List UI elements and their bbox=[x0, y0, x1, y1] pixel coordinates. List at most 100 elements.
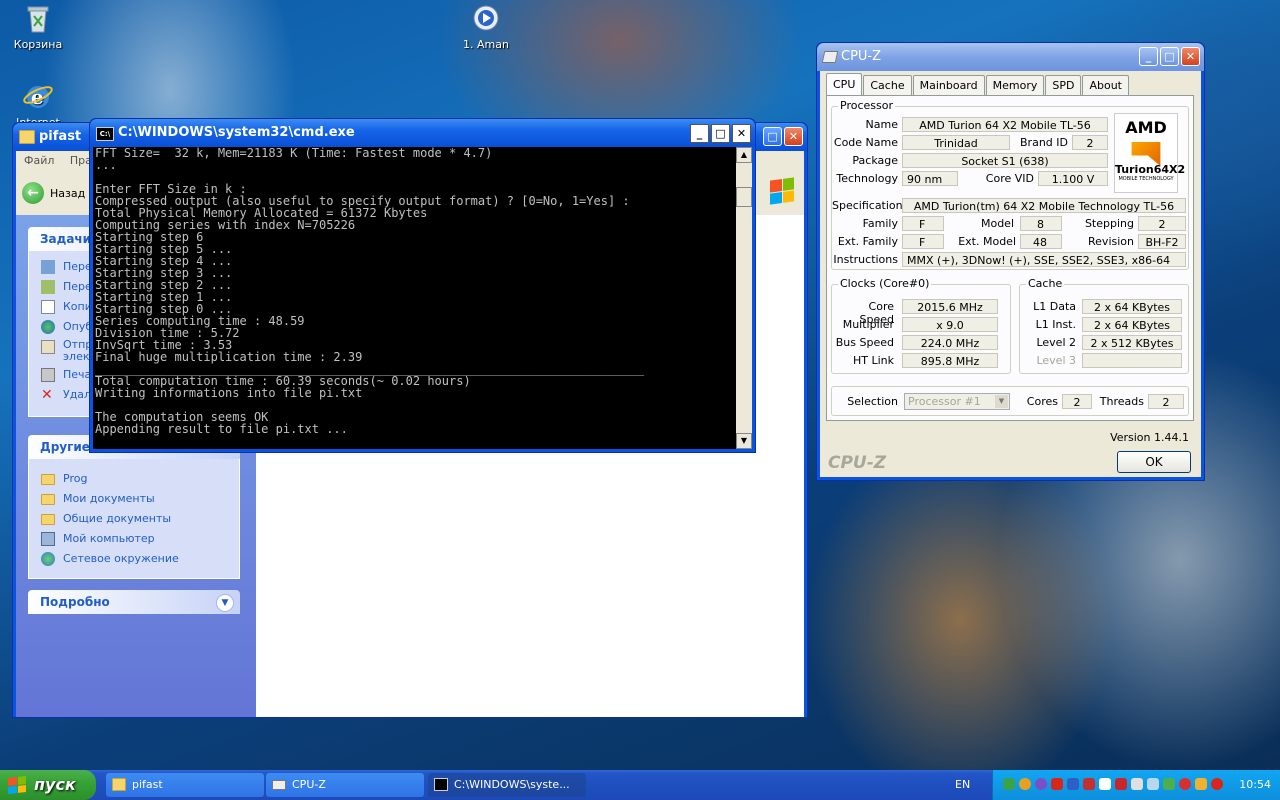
copy-icon bbox=[41, 280, 55, 294]
desktop-icon-media[interactable]: 1. Aman bbox=[448, 2, 524, 51]
folder-icon bbox=[19, 130, 35, 144]
taskbar-button-label: CPU-Z bbox=[292, 778, 326, 791]
console-line: Writing informations into file pi.txt bbox=[95, 386, 363, 400]
media-player-icon bbox=[470, 2, 502, 34]
tab-about[interactable]: About bbox=[1082, 75, 1129, 95]
minimize-button[interactable]: _ bbox=[1139, 47, 1158, 66]
tab-memory[interactable]: Memory bbox=[985, 75, 1045, 95]
l1inst-value: 2 x 64 KBytes bbox=[1082, 317, 1182, 332]
console-line: Appending result to file pi.txt ... bbox=[95, 422, 348, 436]
threads-value: 2 bbox=[1148, 394, 1184, 409]
tray-app-icon[interactable] bbox=[1035, 778, 1047, 790]
multiplier-label: Multiplier bbox=[842, 318, 894, 331]
console-output[interactable]: FFT Size= 32 k, Mem=21183 K (Time: Faste… bbox=[93, 147, 736, 449]
tray-app-icon[interactable] bbox=[1195, 778, 1207, 790]
tray-app-icon[interactable] bbox=[1019, 778, 1031, 790]
tray-app-icon[interactable] bbox=[1099, 778, 1111, 790]
desktop-icon-recycle-bin[interactable]: Корзина bbox=[0, 2, 76, 51]
task-label: Удал bbox=[63, 388, 92, 401]
brandid-label: Brand ID bbox=[1020, 136, 1068, 149]
console-scrollbar[interactable]: ▲ ▼ bbox=[736, 147, 752, 449]
other-places-panel: Другие м Prog Мои документы Общие докуме… bbox=[28, 435, 240, 579]
close-button[interactable]: ✕ bbox=[1181, 47, 1200, 66]
tray-app-icon[interactable] bbox=[1115, 778, 1127, 790]
minimize-button[interactable]: _ bbox=[690, 124, 709, 143]
task-label: Копи bbox=[63, 300, 92, 313]
menu-file[interactable]: Файл bbox=[24, 154, 54, 167]
tray-app-icon[interactable] bbox=[1131, 778, 1143, 790]
place-item[interactable]: Мой компьютер bbox=[29, 529, 239, 549]
tray-app-icon[interactable] bbox=[1211, 778, 1223, 790]
cores-value: 2 bbox=[1062, 394, 1092, 409]
volume-icon[interactable] bbox=[1147, 778, 1159, 790]
scroll-thumb[interactable] bbox=[736, 187, 752, 207]
task-label: Пере bbox=[63, 280, 92, 293]
processor-group-label: Processor bbox=[838, 99, 895, 112]
cpuz-icon bbox=[272, 780, 286, 790]
task-label: Пере bbox=[63, 260, 92, 273]
taskbar-button-cmd[interactable]: C:\WINDOWS\syste... bbox=[428, 773, 586, 797]
clock[interactable]: 10:54 bbox=[1239, 770, 1271, 800]
place-item[interactable]: Сетевое окружение bbox=[29, 549, 239, 569]
l1data-label: L1 Data bbox=[1033, 300, 1076, 313]
globe-icon bbox=[41, 320, 55, 334]
tray-app-icon[interactable] bbox=[1003, 778, 1015, 790]
tray-app-icon[interactable] bbox=[1163, 778, 1175, 790]
processor-select[interactable]: Processor #1 ▼ bbox=[904, 393, 1010, 410]
corespeed-value: 2015.6 MHz bbox=[902, 299, 998, 314]
stepping-label: Stepping bbox=[1084, 217, 1134, 230]
cache-group-label: Cache bbox=[1026, 277, 1065, 290]
cpuz-footer: CPU-Z OK bbox=[820, 447, 1201, 481]
tasks-header-label: Задачи bbox=[40, 232, 92, 246]
maximize-button[interactable]: □ bbox=[711, 124, 730, 143]
scroll-up-arrow-icon[interactable]: ▲ bbox=[736, 147, 752, 163]
tray-app-icon[interactable] bbox=[1083, 778, 1095, 790]
taskbar-button-cpuz[interactable]: CPU-Z bbox=[266, 773, 424, 797]
console-icon bbox=[434, 778, 448, 791]
tab-cache[interactable]: Cache bbox=[863, 75, 912, 95]
clocks-group-label: Clocks (Core#0) bbox=[838, 277, 932, 290]
tray-app-icon[interactable] bbox=[1051, 778, 1063, 790]
start-button[interactable]: пуск bbox=[0, 770, 96, 800]
chevron-down-icon[interactable]: ▼ bbox=[216, 594, 234, 612]
revision-value: BH-F2 bbox=[1138, 234, 1186, 249]
technology-value: 90 nm bbox=[902, 171, 958, 186]
tab-mainboard[interactable]: Mainboard bbox=[912, 75, 985, 95]
taskbar-button-pifast[interactable]: pifast bbox=[106, 773, 264, 797]
place-item[interactable]: Мои документы bbox=[29, 489, 239, 509]
folder-icon bbox=[41, 494, 55, 505]
cmd-title: C:\WINDOWS\system32\cmd.exe bbox=[118, 125, 355, 140]
close-button[interactable]: ✕ bbox=[732, 124, 751, 143]
windows-flag-icon bbox=[8, 776, 26, 794]
back-label: Назад bbox=[50, 186, 86, 200]
scroll-down-arrow-icon[interactable]: ▼ bbox=[736, 433, 752, 449]
brandid-value: 2 bbox=[1072, 135, 1108, 150]
language-indicator[interactable]: EN bbox=[955, 770, 970, 800]
maximize-button[interactable]: □ bbox=[763, 127, 782, 146]
codename-label: Code Name bbox=[833, 136, 898, 149]
maximize-button[interactable]: □ bbox=[1160, 47, 1179, 66]
cpuz-window[interactable]: CPU-Z _ □ ✕ CPU Cache Mainboard Memory S… bbox=[816, 42, 1205, 481]
tray-app-icon[interactable] bbox=[1067, 778, 1079, 790]
details-label: Подробно bbox=[40, 595, 110, 609]
windows-logo-icon bbox=[770, 177, 794, 205]
place-item[interactable]: Prog bbox=[29, 469, 239, 489]
ok-button[interactable]: OK bbox=[1117, 451, 1191, 473]
internet-explorer-icon: e bbox=[22, 80, 54, 112]
place-label: Мой компьютер bbox=[63, 532, 155, 545]
cmd-window[interactable]: C:\ C:\WINDOWS\system32\cmd.exe _ □ ✕ FF… bbox=[89, 118, 756, 453]
tray-app-icon[interactable] bbox=[1179, 778, 1191, 790]
printer-icon bbox=[41, 368, 55, 382]
chevron-down-icon: ▼ bbox=[995, 395, 1008, 408]
details-header[interactable]: Подробно ▼ bbox=[28, 590, 240, 614]
place-item[interactable]: Общие документы bbox=[29, 509, 239, 529]
taskbar-button-label: C:\WINDOWS\syste... bbox=[454, 778, 570, 791]
close-button[interactable]: ✕ bbox=[784, 127, 803, 146]
back-button[interactable]: ← Назад bbox=[22, 180, 85, 206]
cpuz-title-bar[interactable]: CPU-Z _ □ ✕ bbox=[817, 43, 1204, 71]
cmd-title-bar[interactable]: C:\ C:\WINDOWS\system32\cmd.exe _ □ ✕ bbox=[90, 119, 755, 147]
tab-spd[interactable]: SPD bbox=[1045, 75, 1082, 95]
recycle-bin-icon bbox=[22, 2, 54, 34]
tab-cpu[interactable]: CPU bbox=[826, 73, 863, 95]
start-label: пуск bbox=[34, 775, 76, 794]
